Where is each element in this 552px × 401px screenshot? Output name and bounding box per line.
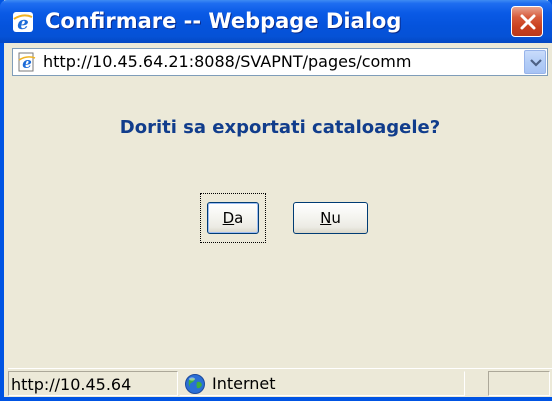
title-bar[interactable]: e Confirmare -- Webpage Dialog bbox=[0, 0, 552, 43]
address-bar: e http://10.45.64.21:8088/SVAPNT/pages/c… bbox=[8, 43, 552, 81]
status-url: http://10.45.64 bbox=[11, 375, 132, 394]
status-zone-pane: Internet bbox=[179, 371, 465, 396]
status-bar: http://10.45.64 Internet bbox=[8, 368, 552, 397]
close-icon bbox=[520, 14, 536, 30]
address-dropdown-button[interactable] bbox=[524, 50, 546, 74]
chevron-down-icon bbox=[530, 59, 542, 67]
dialog-window: e Confirmare -- Webpage Dialog e http://… bbox=[0, 0, 552, 401]
window-title: Confirmare -- Webpage Dialog bbox=[45, 9, 402, 33]
globe-icon bbox=[185, 374, 205, 394]
status-url-pane: http://10.45.64 bbox=[8, 371, 178, 396]
zone-label: Internet bbox=[212, 374, 276, 393]
yes-button-accel: D bbox=[222, 209, 235, 227]
yes-button-label: a bbox=[234, 209, 244, 227]
status-blank-pane bbox=[488, 371, 550, 396]
address-field[interactable]: e http://10.45.64.21:8088/SVAPNT/pages/c… bbox=[12, 48, 548, 76]
ie-page-icon: e bbox=[18, 52, 36, 72]
confirm-question: Doriti sa exportati cataloagele? bbox=[119, 117, 441, 138]
address-url: http://10.45.64.21:8088/SVAPNT/pages/com… bbox=[43, 52, 412, 71]
close-button[interactable] bbox=[511, 6, 543, 37]
no-button-accel: N bbox=[320, 209, 332, 227]
yes-button[interactable]: Da bbox=[207, 202, 259, 234]
ie-logo-icon: e bbox=[13, 12, 33, 34]
dialog-content: Doriti sa exportati cataloagele? Da Nu bbox=[8, 81, 552, 368]
no-button-label: u bbox=[331, 209, 341, 227]
no-button[interactable]: Nu bbox=[293, 202, 368, 234]
